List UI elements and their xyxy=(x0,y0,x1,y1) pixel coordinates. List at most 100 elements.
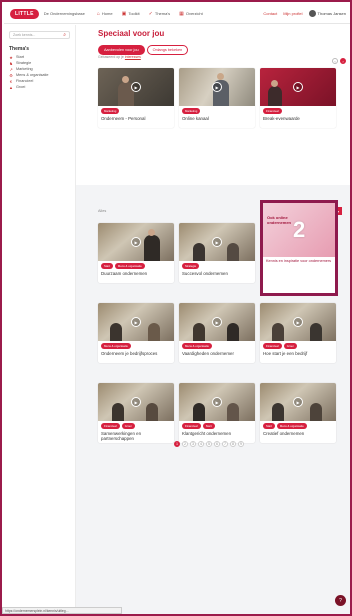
play-icon[interactable]: ▶ xyxy=(293,317,303,327)
person-figure xyxy=(227,243,239,261)
person-figure xyxy=(268,86,282,106)
content-card[interactable]: ▶ Mens & organisatie Vaardigheden ondern… xyxy=(179,303,255,363)
sidebar-item-label: Start xyxy=(16,55,25,59)
hero-tabs: Aanbevolen voor jou Onlangs bekeken xyxy=(98,45,189,55)
top-right: Contact Mijn profiel Thomas Jansen xyxy=(263,10,346,17)
play-icon[interactable]: ▶ xyxy=(131,237,141,247)
card-badges: Financieel Groei xyxy=(260,341,336,349)
play-icon[interactable]: ▶ xyxy=(212,317,222,327)
user-menu[interactable]: Thomas Jansen xyxy=(308,10,346,17)
carousel-prev-button[interactable]: ‹ xyxy=(332,58,338,64)
promo-card[interactable]: Ook online ondernemen 2 Kennis en inspir… xyxy=(260,200,338,296)
avatar xyxy=(308,10,316,17)
video-thumbnail[interactable]: ▶ xyxy=(179,383,255,421)
video-thumbnail[interactable]: ▶ xyxy=(179,223,255,261)
nav-label: Home xyxy=(101,11,113,16)
video-thumbnail[interactable]: ▶ xyxy=(179,303,255,341)
interests-link[interactable]: interesses xyxy=(125,55,141,59)
video-thumbnail[interactable]: ▶ xyxy=(98,383,174,421)
status-bar-url: https://ondernemersplein.nl/kennis/uitle… xyxy=(2,607,122,614)
play-icon[interactable]: ▶ xyxy=(131,317,141,327)
card-title[interactable]: Klantgericht ondernemen xyxy=(179,429,255,438)
play-icon[interactable]: ▶ xyxy=(212,82,222,92)
page-button[interactable]: 6 xyxy=(214,441,220,447)
video-thumbnail[interactable]: ▶ xyxy=(179,68,255,106)
page-button[interactable]: 2 xyxy=(182,441,188,447)
nav-item-overzicht[interactable]: ▦ Overzicht xyxy=(179,11,203,17)
card-badges: Start Mens & organisatie xyxy=(98,261,174,269)
page-button[interactable]: 7 xyxy=(222,441,228,447)
promo-caption[interactable]: Kennis en inspiratie voor ondernemers xyxy=(266,259,332,264)
content-card[interactable]: ▶ Financieel Start Klantgericht onderneme… xyxy=(179,383,255,443)
person-figure xyxy=(227,323,239,341)
card-title[interactable]: Break-evenwaarde xyxy=(260,114,336,123)
contact-link[interactable]: Contact xyxy=(263,11,277,16)
nav-item-home[interactable]: ⌂ Home xyxy=(97,11,113,17)
play-icon[interactable]: ▶ xyxy=(293,82,303,92)
subline-text: Gebaseerd op je xyxy=(98,55,124,59)
card-badges: Marketing xyxy=(179,106,255,114)
sidebar-item-label: Strategie xyxy=(16,61,32,65)
play-icon[interactable]: ▶ xyxy=(131,82,141,92)
content-card[interactable]: ▶ Start Mens & organisatie Creatief onder… xyxy=(260,383,336,443)
themes-heading: Thema's xyxy=(9,46,30,52)
video-thumbnail[interactable]: ▶ xyxy=(260,68,336,106)
card-title[interactable]: Creatief ondernemen xyxy=(260,429,336,438)
video-thumbnail[interactable]: ▶ xyxy=(260,383,336,421)
play-icon[interactable]: ▶ xyxy=(212,237,222,247)
sidebar-item-groei[interactable]: ▲ Groei xyxy=(9,84,70,90)
badge: Financieel xyxy=(263,108,282,114)
hero-card[interactable]: ▶ Marketing Onderneem - Personal xyxy=(98,68,174,128)
nav-item-themas[interactable]: ✓ Thema's xyxy=(149,11,170,17)
content-card[interactable]: ▶ Financieel Groei Hoe start je een bedri… xyxy=(260,303,336,363)
help-button[interactable]: ? xyxy=(335,595,346,606)
card-title[interactable]: Onderneem - Personal xyxy=(98,114,174,123)
card-badges: Financieel xyxy=(260,106,336,114)
badge: Mens & organisatie xyxy=(101,343,131,349)
page-button[interactable]: 5 xyxy=(206,441,212,447)
search-icon[interactable]: ⌕ xyxy=(63,32,66,38)
video-thumbnail[interactable]: ▶ xyxy=(98,68,174,106)
search-input[interactable]: Zoek kennis... ⌕ xyxy=(9,31,70,39)
content-card[interactable]: ▶ Financieel Groei Samenwerkingen en part… xyxy=(98,383,174,443)
hero-card[interactable]: ▶ Financieel Break-evenwaarde xyxy=(260,68,336,128)
page-button[interactable]: 8 xyxy=(230,441,236,447)
brand-logo[interactable]: LITTLE xyxy=(10,8,39,19)
card-title[interactable]: Online kanaal xyxy=(179,114,255,123)
play-icon[interactable]: ▶ xyxy=(212,397,222,407)
nav-item-toolkit[interactable]: ▣ Toolkit xyxy=(122,11,140,17)
page-button[interactable]: 4 xyxy=(198,441,204,447)
main-content: Speciaal voor jou Aanbevolen voor jou On… xyxy=(76,25,350,614)
content-card[interactable]: ▶ Start Mens & organisatie Duurzaam onder… xyxy=(98,223,174,283)
page-button[interactable]: 3 xyxy=(190,441,196,447)
card-title[interactable]: Duurzaam ondernemen xyxy=(98,269,174,278)
play-icon[interactable]: ▶ xyxy=(293,397,303,407)
page-button[interactable]: 9 xyxy=(238,441,244,447)
video-thumbnail[interactable]: ▶ xyxy=(98,223,174,261)
person-figure xyxy=(193,323,205,341)
person-head xyxy=(148,229,155,236)
profile-link[interactable]: Mijn profiel xyxy=(283,11,302,16)
tab-recent[interactable]: Onlangs bekeken xyxy=(146,45,189,55)
person-figure xyxy=(227,403,239,421)
card-title[interactable]: Hoe start je een bedrijf xyxy=(260,349,336,358)
hero-card[interactable]: ▶ Marketing Online kanaal xyxy=(179,68,255,128)
badge: Groei xyxy=(283,343,297,349)
card-title[interactable]: Vaardigheden ondernemer xyxy=(179,349,255,358)
promo-number: 2 xyxy=(293,217,306,242)
play-icon[interactable]: ▶ xyxy=(131,397,141,407)
video-thumbnail[interactable]: ▶ xyxy=(98,303,174,341)
carousel-next-button[interactable]: › xyxy=(340,58,346,64)
content-card[interactable]: ▶ Strategie Succesvol ondernemen xyxy=(179,223,255,283)
list-label: Alles xyxy=(98,209,107,213)
content-card[interactable]: ▶ Mens & organisatie Onderneem je bedrij… xyxy=(98,303,174,363)
tab-recommended[interactable]: Aanbevolen voor jou xyxy=(98,45,145,55)
page-button[interactable]: 1 xyxy=(174,441,180,447)
card-title[interactable]: Succesvol ondernemen xyxy=(179,269,255,278)
person-head xyxy=(217,73,224,80)
video-thumbnail[interactable]: ▶ xyxy=(260,303,336,341)
star-icon: ★ xyxy=(9,54,13,60)
card-title[interactable]: Samenwerkingen en partnerschappen xyxy=(98,429,174,443)
card-title[interactable]: Onderneem je bedrijfsproces xyxy=(98,349,174,358)
badge: Mens & organisatie xyxy=(114,263,145,269)
